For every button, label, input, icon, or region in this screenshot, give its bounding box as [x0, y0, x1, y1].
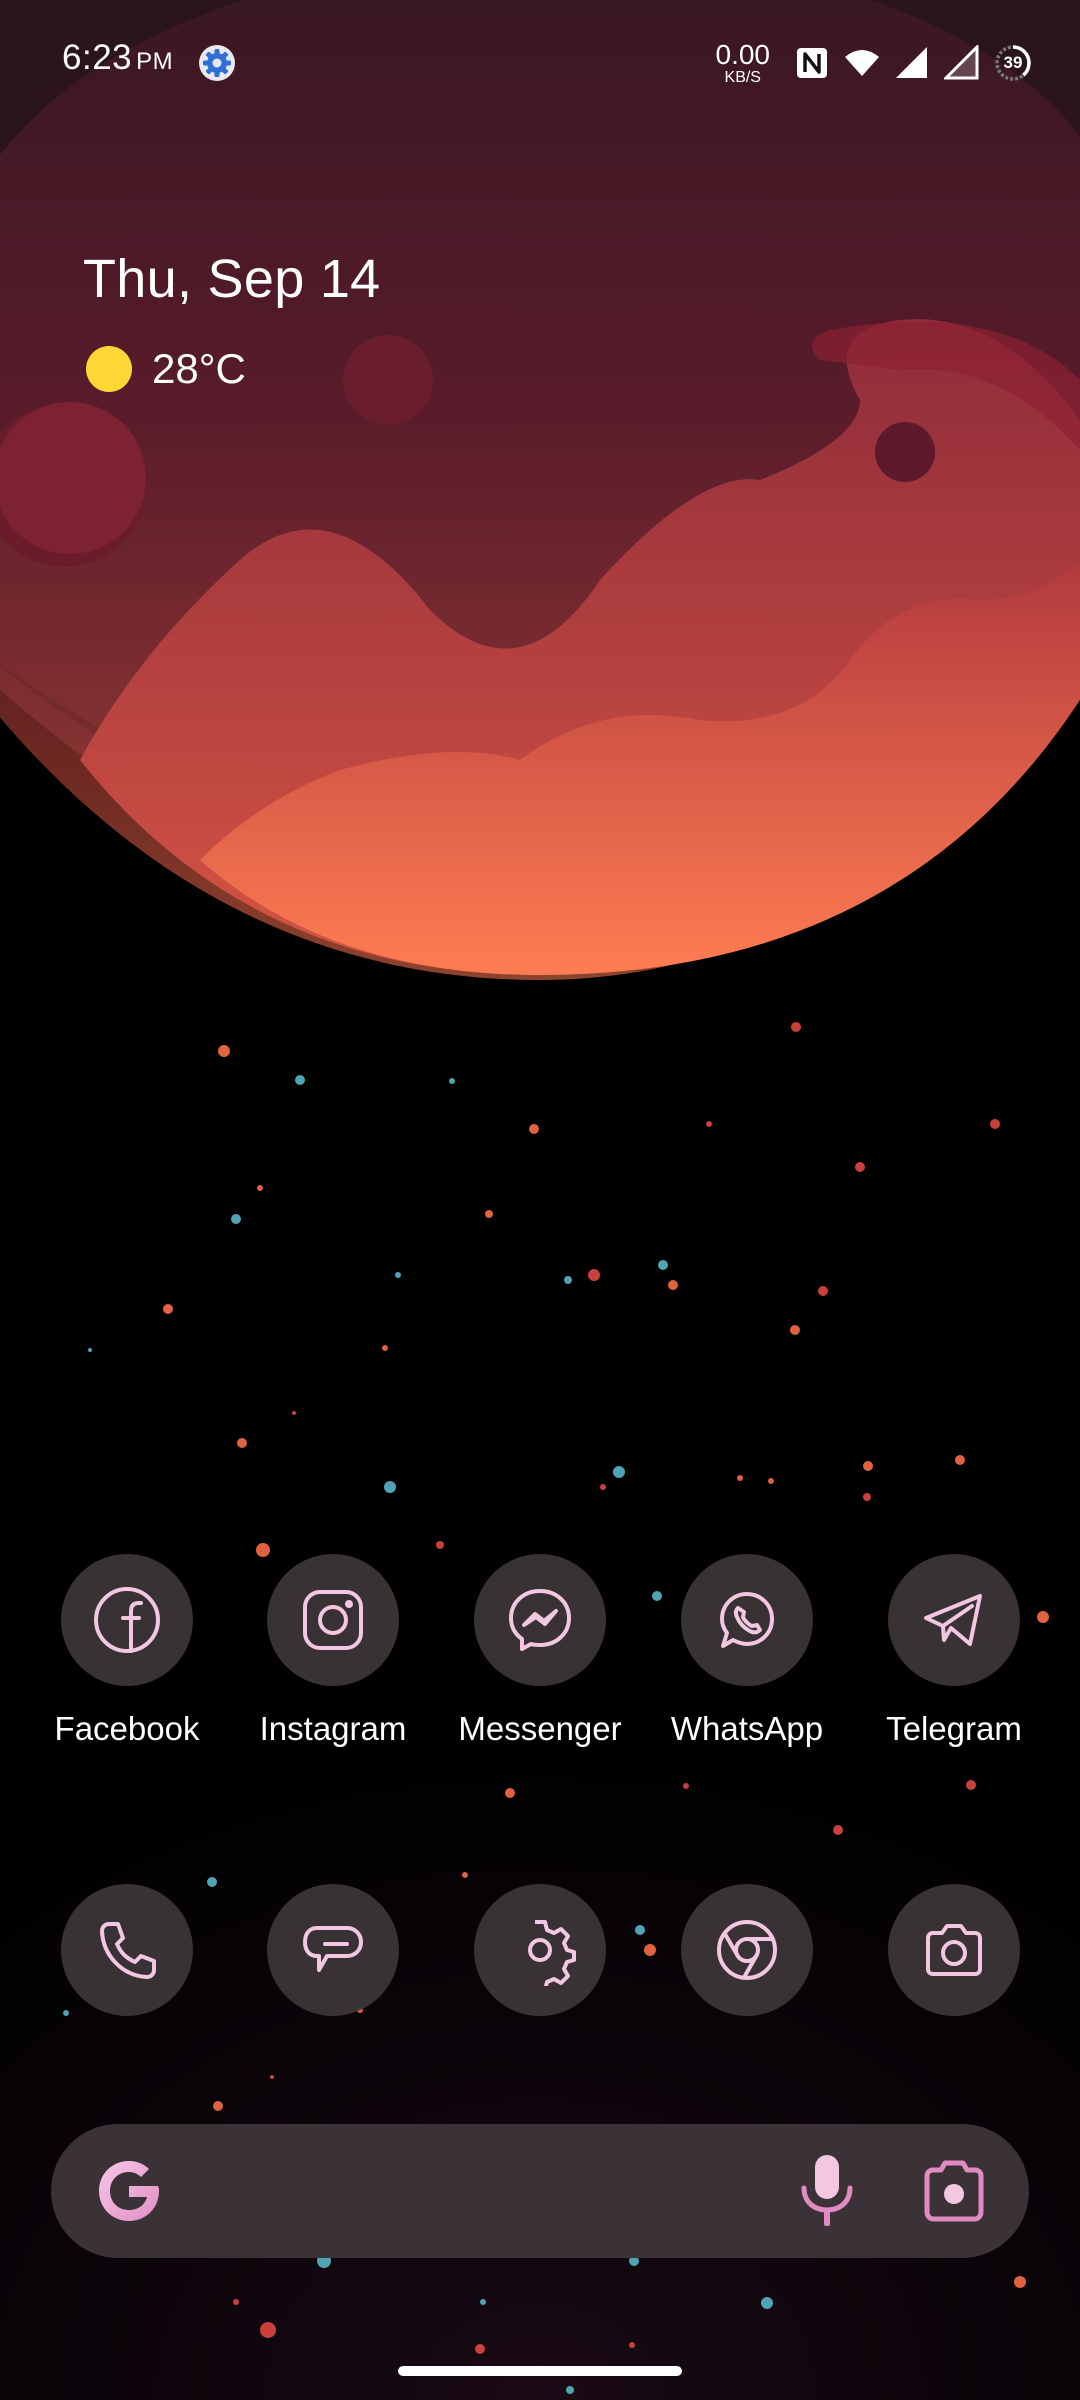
google-lens-icon[interactable]	[919, 2158, 989, 2224]
app-icon-bg	[474, 1884, 606, 2016]
settings-icon	[528, 1920, 576, 1986]
app-icon-bg	[474, 1554, 606, 1686]
network-speed-unit: KB/S	[724, 68, 761, 86]
app-label: Messenger	[458, 1710, 622, 1747]
phone-icon	[100, 1922, 156, 1979]
battery-level: 39	[1003, 53, 1023, 72]
signal-icon	[944, 45, 979, 80]
app-label: Instagram	[259, 1710, 407, 1747]
app-icon-bg	[888, 1554, 1020, 1686]
app-icon-bg	[61, 1554, 193, 1686]
camera-icon	[926, 1924, 982, 1976]
app-icon-bg	[267, 1884, 399, 2016]
app-label: Telegram	[886, 1710, 1022, 1747]
app-settings[interactable]	[440, 1884, 640, 2016]
app-whatsapp[interactable]: WhatsApp	[647, 1554, 847, 1748]
instagram-icon	[303, 1590, 363, 1650]
gesture-nav-handle[interactable]	[398, 2366, 682, 2376]
wifi-icon	[845, 50, 879, 76]
app-telegram[interactable]: Telegram	[854, 1554, 1054, 1748]
google-g-icon[interactable]	[89, 2151, 169, 2231]
temperature: 28°C	[152, 345, 246, 392]
signal-icon	[896, 47, 927, 78]
clock-ampm: PM	[136, 48, 174, 75]
app-phone[interactable]	[27, 1884, 227, 2016]
sun-icon	[86, 346, 132, 392]
status-clock: 6:23 PM	[62, 38, 173, 78]
telegram-icon	[924, 1594, 982, 1646]
home-screen: 6:23 PM 0.00 KB/S 39 Thu, Sep 14 28°C Fa…	[0, 0, 1080, 2400]
clock-time: 6:23	[62, 38, 133, 77]
status-icons: 0.00 KB/S 39	[716, 38, 1033, 88]
app-camera[interactable]	[854, 1884, 1054, 2016]
whatsapp-icon	[720, 1592, 774, 1648]
date-widget[interactable]: Thu, Sep 14	[83, 248, 381, 310]
settings-icon	[199, 45, 235, 81]
app-icon-bg	[888, 1884, 1020, 2016]
app-facebook[interactable]: Facebook	[27, 1554, 227, 1748]
app-icon-bg	[61, 1884, 193, 2016]
network-speed: 0.00 KB/S	[715, 38, 771, 86]
network-speed-value: 0.00	[715, 38, 771, 70]
status-bar: 6:23 PM 0.00 KB/S 39	[0, 0, 1080, 120]
app-messenger[interactable]: Messenger	[440, 1554, 640, 1748]
chrome-icon	[717, 1920, 777, 1980]
weather-widget[interactable]: 28°C	[86, 345, 246, 393]
facebook-icon	[94, 1587, 160, 1653]
battery-icon: 39	[994, 44, 1032, 82]
messages-icon	[303, 1926, 363, 1972]
app-icon-bg	[267, 1554, 399, 1686]
app-chrome[interactable]	[647, 1884, 847, 2016]
microphone-icon[interactable]	[796, 2152, 858, 2230]
app-label: Facebook	[54, 1710, 200, 1747]
app-icon-bg	[681, 1554, 813, 1686]
messenger-icon	[509, 1589, 571, 1651]
app-instagram[interactable]: Instagram	[233, 1554, 433, 1748]
nfc-icon	[797, 48, 827, 78]
app-icon-bg	[681, 1884, 813, 2016]
google-search-bar[interactable]	[51, 2124, 1029, 2258]
app-label: WhatsApp	[670, 1710, 824, 1747]
app-messages[interactable]	[233, 1884, 433, 2016]
